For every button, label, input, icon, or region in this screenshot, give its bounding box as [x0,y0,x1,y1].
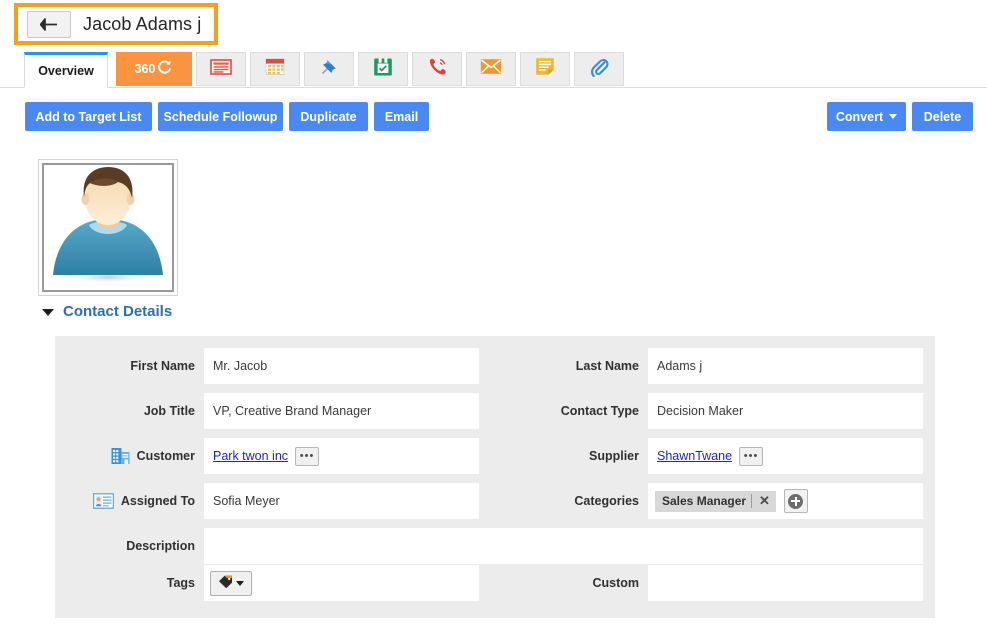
field-assigned-to: Assigned To Sofia Meyer [55,483,479,519]
note-icon [535,57,555,81]
field-custom: Custom [499,565,923,601]
field-supplier: Supplier ShawnTwane ••• [499,438,923,474]
tab-task[interactable] [358,52,408,86]
assigned-to-label: Assigned To [120,494,195,508]
supplier-field: ShawnTwane ••• [648,438,923,474]
tab-360-content: 360 [135,59,174,79]
tab-calendar[interactable] [250,52,300,86]
back-button[interactable] [27,10,71,38]
tags-label: Tags [166,576,195,590]
customer-more-button[interactable]: ••• [295,446,320,466]
calendar-icon [265,57,285,81]
paperclip-icon [590,56,609,82]
duplicate-label: Duplicate [300,109,357,124]
envelope-icon [480,58,502,80]
tab-overview-label: Overview [38,64,94,78]
plus-icon [788,493,804,509]
pin-icon [319,56,340,82]
contact-details-form: First Name Mr. Jacob Last Name Adams j J… [55,336,935,618]
convert-label: Convert [835,109,884,124]
contact-details-section-toggle[interactable]: Contact Details [42,303,172,320]
supplier-more-button[interactable]: ••• [739,446,764,466]
phone-call-icon [427,56,448,82]
news-list-icon [210,58,232,81]
categories-label: Categories [574,494,639,508]
tab-bar-baseline [0,87,987,88]
add-category-button[interactable] [783,489,808,513]
supplier-label: Supplier [588,449,639,463]
field-contact-type: Contact Type Decision Maker [499,393,923,429]
last-name-input[interactable]: Adams j [648,348,923,384]
customer-link[interactable]: Park twon inc [213,449,288,463]
categories-field: Sales Manager ✕ [648,483,923,519]
assigned-to-input[interactable]: Sofia Meyer [204,483,479,519]
first-name-label: First Name [130,359,195,373]
contact-detail-page: Jacob Adams j Overview 360 Add to Target… [0,0,987,636]
chevron-down-icon [889,114,898,119]
task-checklist-icon [373,57,393,82]
tab-pin[interactable] [304,52,354,86]
job-title-label: Job Title [143,404,195,418]
description-label: Description [126,539,195,553]
tab-call[interactable] [412,52,462,86]
arrow-left-icon [40,17,58,31]
duplicate-button[interactable]: Duplicate [289,102,368,131]
refresh-circle-icon [156,59,173,79]
delete-button[interactable]: Delete [912,102,973,131]
category-chip[interactable]: Sales Manager ✕ [655,490,776,512]
schedule-followup-label: Schedule Followup [163,109,278,124]
add-to-target-list-button[interactable]: Add to Target List [25,102,152,131]
remove-category-icon[interactable]: ✕ [757,493,772,509]
contact-card-icon [92,493,114,509]
tab-360-label: 360 [134,62,156,76]
description-input[interactable] [204,528,923,564]
field-first-name: First Name Mr. Jacob [55,348,479,384]
chevron-down-icon [42,309,54,316]
field-customer: Customer Park twon inc ••• [55,438,479,474]
contact-type-input[interactable]: Decision Maker [648,393,923,429]
tags-picker-button[interactable] [210,570,252,596]
record-title-bar: Jacob Adams j [14,3,218,45]
custom-input[interactable] [648,565,923,601]
job-title-input[interactable]: VP, Creative Brand Manager [204,393,479,429]
chip-divider [751,494,753,508]
customer-label: Customer [136,449,195,463]
tags-field [204,565,479,601]
field-categories: Categories Sales Manager ✕ [499,483,923,519]
avatar-image-box [42,163,174,292]
tab-note[interactable] [520,52,570,86]
contact-type-label: Contact Type [560,404,639,418]
custom-label: Custom [592,576,639,590]
field-job-title: Job Title VP, Creative Brand Manager [55,393,479,429]
category-chip-label: Sales Manager [662,494,747,508]
tag-icon [218,575,233,592]
building-icon [111,447,130,465]
avatar[interactable] [38,159,178,296]
convert-button[interactable]: Convert [827,102,906,131]
first-name-input[interactable]: Mr. Jacob [204,348,479,384]
contact-details-title: Contact Details [63,303,173,320]
schedule-followup-button[interactable]: Schedule Followup [158,102,283,131]
delete-label: Delete [923,109,962,124]
field-last-name: Last Name Adams j [499,348,923,384]
tab-360[interactable]: 360 [116,52,192,86]
tab-overview[interactable]: Overview [24,52,108,88]
field-tags: Tags [55,565,479,601]
page-title: Jacob Adams j [83,13,202,34]
email-label: Email [384,109,419,124]
email-button[interactable]: Email [374,102,429,131]
tab-attachment[interactable] [574,52,624,86]
tab-news[interactable] [196,52,246,86]
default-user-avatar-icon [46,165,170,290]
supplier-link[interactable]: ShawnTwane [657,449,732,463]
tab-bar: Overview 360 [0,52,987,88]
chevron-down-icon [236,580,244,586]
field-description: Description [55,528,923,564]
tab-email[interactable] [466,52,516,86]
last-name-label: Last Name [575,359,639,373]
customer-field: Park twon inc ••• [204,438,479,474]
add-to-target-list-label: Add to Target List [35,109,142,124]
